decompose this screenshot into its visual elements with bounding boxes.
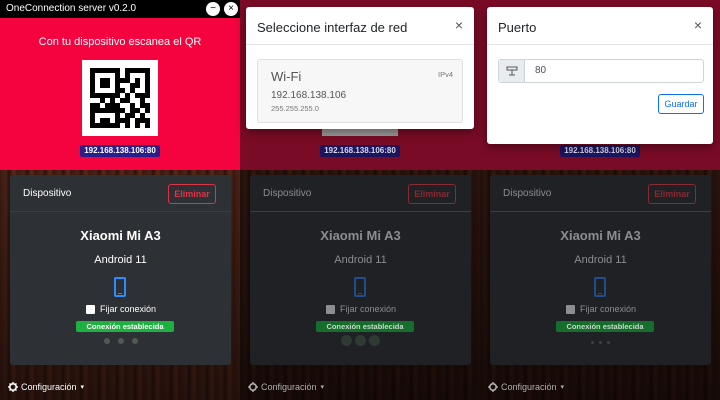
fix-connection-checkbox[interactable] xyxy=(86,304,95,314)
port-input[interactable]: 80 xyxy=(525,60,703,82)
connection-status-badge: Conexión establecida xyxy=(556,321,654,332)
interface-ip: 192.168.138.106 xyxy=(271,90,347,101)
fix-connection-row: Fijar conexión xyxy=(326,303,396,315)
qr-code-icon xyxy=(82,60,158,136)
device-name: Xiaomi Mi A3 xyxy=(560,228,641,243)
config-label: Configuración xyxy=(261,382,317,392)
activity-dot xyxy=(591,341,594,344)
device-card-title: Dispositivo xyxy=(23,188,72,199)
port-modal-title: Puerto xyxy=(498,20,537,35)
config-menu[interactable]: Configuración ▾ xyxy=(8,380,84,394)
activity-dots xyxy=(250,335,471,346)
activity-dot xyxy=(607,341,610,344)
interface-type: IPv4 xyxy=(437,70,453,79)
device-card-title: Dispositivo xyxy=(503,188,552,199)
minimize-icon[interactable]: − xyxy=(206,2,220,16)
device-os: Android 11 xyxy=(574,254,627,266)
device-os: Android 11 xyxy=(94,254,147,266)
delete-device-button[interactable]: Eliminar xyxy=(168,184,216,204)
gear-icon xyxy=(8,382,18,392)
window-title: OneConnection server v0.2.0 xyxy=(6,3,137,14)
activity-dot xyxy=(341,335,352,346)
device-card-header: Dispositivo Eliminar xyxy=(10,175,231,212)
save-button[interactable]: Guardar xyxy=(658,94,704,114)
activity-dot xyxy=(369,335,380,346)
config-label: Configuración xyxy=(21,382,77,392)
app-stage: OneConnection server v0.2.0 − × Con tu d… xyxy=(0,0,720,400)
config-label: Configuración xyxy=(501,382,557,392)
connection-status-badge: Conexión establecida xyxy=(76,321,174,332)
fix-connection-label: Fijar conexión xyxy=(100,304,157,314)
activity-dots xyxy=(10,338,231,344)
activity-dot xyxy=(103,338,110,344)
device-card-title: Dispositivo xyxy=(263,188,312,199)
phone-icon xyxy=(594,277,606,297)
device-card: Dispositivo Eliminar Xiaomi Mi A3 Androi… xyxy=(10,175,231,365)
qr-caption: Con tu dispositivo escanea el QR xyxy=(38,36,202,48)
delete-device-button: Eliminar xyxy=(408,184,456,204)
close-icon[interactable]: × xyxy=(455,18,463,32)
qr-module xyxy=(145,123,150,128)
device-card-header: Dispositivo Eliminar xyxy=(250,175,471,212)
device-name: Xiaomi Mi A3 xyxy=(80,228,161,243)
interface-modal-header: Seleccione interfaz de red × xyxy=(246,7,474,45)
fix-connection-checkbox xyxy=(326,304,335,314)
port-input-group: 80 xyxy=(498,59,704,83)
ip-address-badge: 192.168.138.106:80 xyxy=(320,145,400,157)
interface-name: Wi-Fi xyxy=(271,69,302,84)
fix-connection-checkbox xyxy=(566,304,575,314)
device-card: Dispositivo Eliminar Xiaomi Mi A3 Androi… xyxy=(250,175,471,365)
main-panel: OneConnection server v0.2.0 − × Con tu d… xyxy=(0,0,240,400)
close-icon[interactable]: × xyxy=(694,18,702,32)
port-modal: Puerto × 80 Guardar xyxy=(487,7,713,144)
ip-address-badge: 192.168.138.106:80 xyxy=(80,145,160,157)
activity-dot xyxy=(117,338,124,344)
chevron-down-icon: ▾ xyxy=(560,384,565,391)
network-interface-item[interactable]: Wi-Fi IPv4 192.168.138.106 255.255.255.0 xyxy=(257,59,463,123)
interface-modal-title: Seleccione interfaz de red xyxy=(257,20,408,35)
chevron-down-icon: ▾ xyxy=(80,384,85,391)
activity-dot xyxy=(131,338,138,344)
gear-icon xyxy=(488,382,498,392)
activity-dot xyxy=(355,335,366,346)
phone-icon xyxy=(114,277,126,297)
config-menu: Configuración ▾ xyxy=(488,380,564,394)
device-card: Dispositivo Eliminar Xiaomi Mi A3 Androi… xyxy=(490,175,711,365)
connection-status-badge: Conexión establecida xyxy=(316,321,414,332)
gear-icon xyxy=(248,382,258,392)
window-titlebar: OneConnection server v0.2.0 − × xyxy=(0,0,240,18)
fix-connection-row: Fijar conexión xyxy=(566,303,636,315)
chevron-down-icon: ▾ xyxy=(320,384,325,391)
device-card-header: Dispositivo Eliminar xyxy=(490,175,711,212)
delete-device-button: Eliminar xyxy=(648,184,696,204)
interface-modal: Seleccione interfaz de red × Wi-Fi IPv4 … xyxy=(246,7,474,129)
device-name: Xiaomi Mi A3 xyxy=(320,228,401,243)
fix-connection-row[interactable]: Fijar conexión xyxy=(86,303,156,315)
activity-dots xyxy=(490,341,711,344)
activity-dot xyxy=(599,341,602,344)
fix-connection-label: Fijar conexión xyxy=(340,304,397,314)
interface-mask: 255.255.255.0 xyxy=(271,104,319,113)
fix-connection-label: Fijar conexión xyxy=(580,304,637,314)
device-os: Android 11 xyxy=(334,254,387,266)
phone-icon xyxy=(354,277,366,297)
config-menu: Configuración ▾ xyxy=(248,380,324,394)
close-icon[interactable]: × xyxy=(224,2,238,16)
port-icon xyxy=(499,60,525,82)
qr-code-grid xyxy=(90,68,150,128)
ip-address-badge: 192.168.138.106:80 xyxy=(560,145,640,157)
port-modal-header: Puerto × xyxy=(487,7,713,45)
